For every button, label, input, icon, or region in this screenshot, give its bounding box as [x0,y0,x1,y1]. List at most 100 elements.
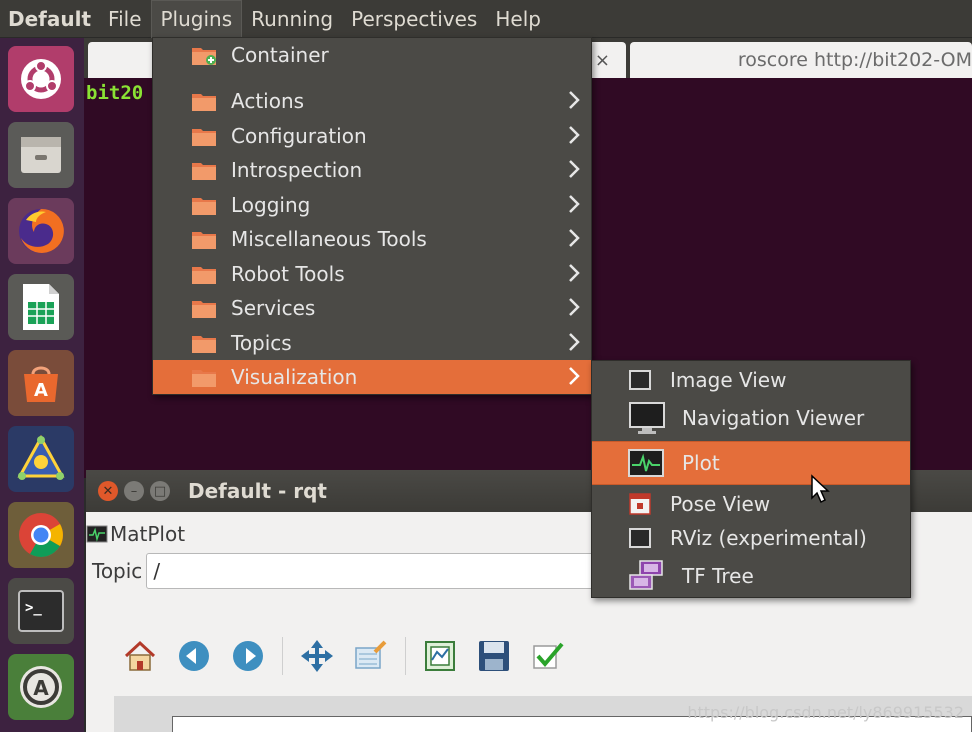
plugin-name: MatPlot [110,522,186,546]
terminal-tab-2[interactable]: roscore http://bit202-OM [630,42,972,78]
top-menubar: Default File Plugins Running Perspective… [0,0,972,38]
folder-icon [192,336,216,353]
configure-subplots-icon [425,641,455,671]
menu-item-visualization[interactable]: Visualization [153,360,591,394]
zoom-icon [355,640,387,669]
pose-view-icon [629,493,651,515]
menu-plugins[interactable]: Plugins [150,0,243,38]
close-icon: ✕ [102,483,114,499]
folder-icon [192,267,216,284]
submenu-item-navigation-viewer[interactable]: Navigation Viewer [592,399,910,437]
pan-icon [301,640,333,672]
menu-item-container[interactable]: Container [153,38,591,72]
ros-app-icon[interactable] [8,426,74,492]
menu-item-logging[interactable]: Logging [153,188,591,222]
topic-row: Topic [92,553,667,589]
submenu-item-pose-view[interactable]: Pose View [592,485,910,523]
menu-running[interactable]: Running [242,0,342,38]
zoom-button[interactable] [351,636,391,676]
close-icon[interactable]: × [595,50,610,71]
forward-icon [233,641,263,671]
back-button[interactable] [174,636,214,676]
libreoffice-calc-icon[interactable] [8,274,74,340]
menu-item-label: Container [231,43,329,67]
matplot-plugin-icon [86,525,108,543]
menu-item-label: Configuration [231,124,367,148]
menu-item-topics[interactable]: Topics [153,326,591,360]
forward-button[interactable] [228,636,268,676]
back-icon [179,641,209,671]
save-icon [479,641,509,671]
menu-perspectives[interactable]: Perspectives [342,0,486,38]
pan-button[interactable] [297,636,337,676]
files-icon[interactable] [8,122,74,188]
plot-toolbar [120,634,582,678]
plugins-menu: Container Actions Configuration Introspe… [152,37,592,395]
chevron-right-icon [569,298,580,316]
menu-item-configuration[interactable]: Configuration [153,119,591,153]
folder-add-icon [192,48,216,65]
window-maximize-button[interactable]: □ [150,481,170,501]
home-icon [124,640,156,671]
software-center-icon[interactable]: A [8,350,74,416]
chevron-right-icon [569,333,580,351]
window-close-button[interactable]: ✕ [98,481,118,501]
folder-icon [192,129,216,146]
menu-item-label: Logging [231,193,311,217]
toolbar-separator [405,637,406,675]
home-button[interactable] [120,636,160,676]
window-minimize-button[interactable]: – [124,481,144,501]
ubuntu-dash-icon[interactable] [8,46,74,112]
menu-item-introspection[interactable]: Introspection [153,153,591,187]
menu-item-label: Introspection [231,158,363,182]
toolbar-separator [282,637,283,675]
terminal-prompt: bit20 [86,82,144,104]
submenu-item-label: Plot [682,451,720,475]
menu-item-services[interactable]: Services [153,291,591,325]
svg-text:A: A [34,380,48,401]
menu-item-label: Topics [231,331,292,355]
minimize-icon: – [130,483,138,499]
chrome-icon[interactable] [8,502,74,568]
firefox-icon[interactable] [8,198,74,264]
submenu-item-label: RViz (experimental) [670,526,867,550]
topic-input[interactable] [146,553,667,589]
app-title: Default [8,6,92,31]
menu-item-label: Miscellaneous Tools [231,227,427,251]
monitor-icon [629,402,665,434]
topic-label: Topic [92,559,143,583]
rviz-icon [629,528,651,548]
folder-icon [192,301,216,318]
submenu-item-label: Pose View [670,492,771,516]
chevron-right-icon [569,126,580,144]
chevron-right-icon [569,160,580,178]
terminal-icon[interactable]: >_ [8,578,74,644]
submenu-item-tf-tree[interactable]: TF Tree [592,557,910,595]
chevron-right-icon [569,367,580,385]
submenu-item-rviz[interactable]: RViz (experimental) [592,519,910,557]
menu-file[interactable]: File [99,0,150,38]
folder-icon [192,163,216,180]
software-updater-icon[interactable]: A [8,654,74,720]
visualization-submenu: Image View Navigation Viewer Plot Pose V… [591,360,911,598]
plugin-header: MatPlot [86,520,185,548]
submenu-item-plot[interactable]: Plot [592,441,910,485]
configure-subplots-button[interactable] [420,636,460,676]
image-view-icon [629,370,651,390]
folder-icon [192,370,216,387]
submenu-item-image-view[interactable]: Image View [592,361,910,399]
maximize-icon: □ [153,483,167,499]
menu-item-robot-tools[interactable]: Robot Tools [153,257,591,291]
menu-item-label: Robot Tools [231,262,345,286]
watermark-text: https://blog.csdn.net/ly869915532 [687,703,964,722]
menu-item-label: Visualization [231,365,358,389]
folder-icon [192,198,216,215]
save-button[interactable] [474,636,514,676]
mouse-cursor-icon [811,474,830,504]
check-icon [533,642,564,669]
check-button[interactable] [528,636,568,676]
menu-help[interactable]: Help [486,0,550,38]
menu-item-actions[interactable]: Actions [153,84,591,118]
menu-item-label: Services [231,296,316,320]
menu-item-miscellaneous-tools[interactable]: Miscellaneous Tools [153,222,591,256]
